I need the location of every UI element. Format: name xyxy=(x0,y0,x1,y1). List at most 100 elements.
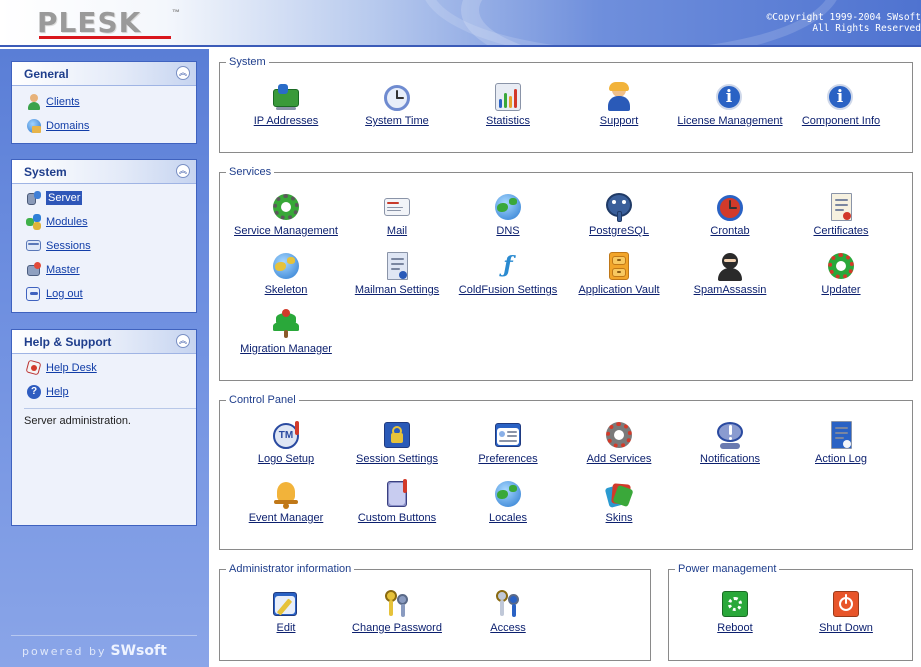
item-custom-buttons[interactable]: Custom Buttons xyxy=(342,478,452,524)
item-skeleton[interactable]: Skeleton xyxy=(231,250,341,296)
swsoft-logo[interactable]: SWsoft xyxy=(111,643,167,659)
service-management-icon[interactable] xyxy=(270,191,302,223)
session-settings-icon[interactable] xyxy=(381,419,413,451)
plesk-logo[interactable]: PLESK xyxy=(37,6,141,39)
sidebar-item-label[interactable]: Help xyxy=(46,386,69,398)
sidebar-item-label[interactable]: Sessions xyxy=(46,240,91,252)
item-label[interactable]: Locales xyxy=(489,512,527,524)
item-label[interactable]: SpamAssassin xyxy=(694,284,767,296)
item-statistics[interactable]: Statistics xyxy=(453,81,563,127)
item-certificates[interactable]: Certificates xyxy=(786,191,896,237)
item-label[interactable]: Reboot xyxy=(717,622,752,634)
add-services-icon[interactable] xyxy=(603,419,635,451)
item-reboot[interactable]: Reboot xyxy=(680,588,790,634)
spamassassin-icon[interactable] xyxy=(714,250,746,282)
certificates-icon[interactable] xyxy=(825,191,857,223)
sidebar-item-label[interactable]: Master xyxy=(46,264,80,276)
item-locales[interactable]: Locales xyxy=(453,478,563,524)
general-panel-header[interactable]: General ︽ xyxy=(12,62,196,86)
item-migration-manager[interactable]: Migration Manager xyxy=(231,309,341,355)
custom-buttons-icon[interactable] xyxy=(381,478,413,510)
item-shut-down[interactable]: Shut Down xyxy=(791,588,901,634)
item-mail[interactable]: Mail xyxy=(342,191,452,237)
skeleton-icon[interactable] xyxy=(270,250,302,282)
sidebar-item-label[interactable]: Log out xyxy=(46,288,83,300)
item-application-vault[interactable]: Application Vault xyxy=(564,250,674,296)
sidebar-item-server[interactable]: Server xyxy=(26,190,83,206)
shut-down-icon[interactable] xyxy=(830,588,862,620)
item-label[interactable]: Add Services xyxy=(587,453,652,465)
item-label[interactable]: Change Password xyxy=(352,622,442,634)
mailman-settings-icon[interactable] xyxy=(381,250,413,282)
item-session-settings[interactable]: Session Settings xyxy=(342,419,452,465)
item-logo-setup[interactable]: TM Logo Setup xyxy=(231,419,341,465)
action-log-icon[interactable] xyxy=(825,419,857,451)
item-edit[interactable]: Edit xyxy=(231,588,341,634)
change-password-icon[interactable] xyxy=(381,588,413,620)
access-icon[interactable] xyxy=(492,588,524,620)
item-label[interactable]: PostgreSQL xyxy=(589,225,649,237)
item-dns[interactable]: DNS xyxy=(453,191,563,237)
system-panel-header[interactable]: System ︽ xyxy=(12,160,196,184)
item-preferences[interactable]: Preferences xyxy=(453,419,563,465)
support-icon[interactable] xyxy=(603,81,635,113)
item-access[interactable]: Access xyxy=(453,588,563,634)
item-label[interactable]: Action Log xyxy=(815,453,867,465)
coldfusion-settings-icon[interactable]: ƒ xyxy=(492,250,524,282)
item-label[interactable]: Edit xyxy=(277,622,296,634)
item-ip-addresses[interactable]: IP Addresses xyxy=(231,81,341,127)
sidebar-item-sessions[interactable]: Sessions xyxy=(26,238,91,254)
item-label[interactable]: ColdFusion Settings xyxy=(459,284,557,296)
item-label[interactable]: Support xyxy=(600,115,639,127)
sidebar-item-help[interactable]: ? Help xyxy=(26,384,69,400)
item-label[interactable]: Component Info xyxy=(802,115,880,127)
item-action-log[interactable]: Action Log xyxy=(786,419,896,465)
item-label[interactable]: Mailman Settings xyxy=(355,284,439,296)
sidebar-item-label[interactable]: Domains xyxy=(46,120,89,132)
mail-icon[interactable] xyxy=(381,191,413,223)
dns-icon[interactable] xyxy=(492,191,524,223)
skins-icon[interactable] xyxy=(603,478,635,510)
notifications-icon[interactable] xyxy=(714,419,746,451)
edit-icon[interactable] xyxy=(270,588,302,620)
item-label[interactable]: IP Addresses xyxy=(254,115,319,127)
item-postgresql[interactable]: PostgreSQL xyxy=(564,191,674,237)
collapse-icon[interactable]: ︽ xyxy=(176,334,190,348)
collapse-icon[interactable]: ︽ xyxy=(176,66,190,80)
item-label[interactable]: Service Management xyxy=(234,225,338,237)
sidebar-item-log-out[interactable]: Log out xyxy=(26,286,83,302)
application-vault-icon[interactable] xyxy=(603,250,635,282)
item-system-time[interactable]: System Time xyxy=(342,81,452,127)
item-label[interactable]: Application Vault xyxy=(578,284,659,296)
item-label[interactable]: Statistics xyxy=(486,115,530,127)
system-time-icon[interactable] xyxy=(381,81,413,113)
migration-manager-icon[interactable] xyxy=(270,309,302,341)
sidebar-item-domains[interactable]: Domains xyxy=(26,118,89,134)
item-notifications[interactable]: Notifications xyxy=(675,419,785,465)
item-skins[interactable]: Skins xyxy=(564,478,674,524)
item-spamassassin[interactable]: SpamAssassin xyxy=(675,250,785,296)
item-add-services[interactable]: Add Services xyxy=(564,419,674,465)
sidebar-item-label[interactable]: Server xyxy=(46,191,83,205)
ip-addresses-icon[interactable] xyxy=(270,81,302,113)
reboot-icon[interactable] xyxy=(719,588,751,620)
event-manager-icon[interactable] xyxy=(270,478,302,510)
crontab-icon[interactable] xyxy=(714,191,746,223)
item-updater[interactable]: Updater xyxy=(786,250,896,296)
item-crontab[interactable]: Crontab xyxy=(675,191,785,237)
item-support[interactable]: Support xyxy=(564,81,674,127)
help-panel-header[interactable]: Help & Support ︽ xyxy=(12,330,196,354)
item-component-info[interactable]: i Component Info xyxy=(786,81,896,127)
item-label[interactable]: Mail xyxy=(387,225,407,237)
updater-icon[interactable] xyxy=(825,250,857,282)
item-event-manager[interactable]: Event Manager xyxy=(231,478,341,524)
collapse-icon[interactable]: ︽ xyxy=(176,164,190,178)
item-label[interactable]: Access xyxy=(490,622,525,634)
item-label[interactable]: System Time xyxy=(365,115,429,127)
postgresql-icon[interactable] xyxy=(603,191,635,223)
license-management-icon[interactable]: i xyxy=(714,81,746,113)
item-label[interactable]: Session Settings xyxy=(356,453,438,465)
sidebar-item-label[interactable]: Help Desk xyxy=(46,362,97,374)
item-coldfusion-settings[interactable]: ƒ ColdFusion Settings xyxy=(453,250,563,296)
locales-icon[interactable] xyxy=(492,478,524,510)
